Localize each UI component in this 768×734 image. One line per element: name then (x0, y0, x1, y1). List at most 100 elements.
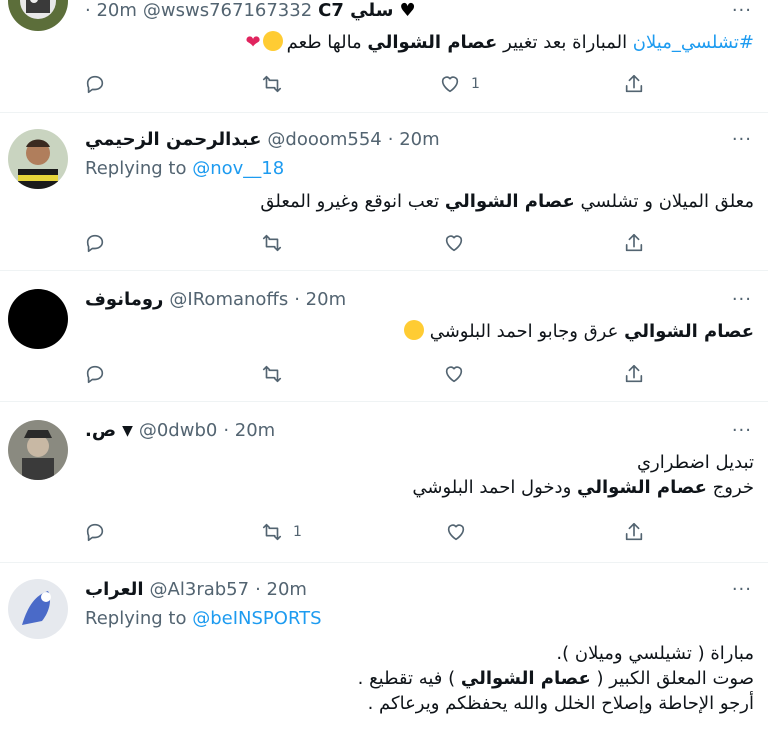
highlighted-name: عصام الشوالي (367, 32, 498, 53)
tweet-text: تبديل اضطراري (636, 452, 754, 473)
reply-icon (86, 365, 104, 384)
share-icon (625, 364, 643, 383)
tweet[interactable]: عبدالرحمن الزحيمي @dooom554 · 20m ··· Re… (0, 113, 768, 271)
tweet-header: ص. ▼ @0dwb0 · 20m (85, 420, 275, 441)
reply-icon (86, 523, 104, 542)
mention-link[interactable]: @nov__18 (192, 158, 284, 179)
like-button[interactable] (443, 229, 465, 257)
reply-button[interactable] (84, 518, 106, 546)
tweet-header: عبدالرحمن الزحيمي @dooom554 · 20m (85, 129, 440, 150)
tweet-text: معلق الميلان و تشلسي (574, 191, 754, 212)
tweet-text-line: عصام الشوالي عرق وجابو احمد البلوشي (430, 321, 754, 342)
time: · 20m (223, 420, 276, 441)
tweet-body: عصام الشوالي عرق وجابو احمد البلوشي (403, 319, 754, 344)
tweet-text: ) فيه تقطيع . (357, 668, 461, 689)
tweet[interactable]: رومانوف @IRomanoffs · 20m ··· عصام الشوا… (0, 271, 768, 402)
tweet-text-line: أرجو الإحاطة وإصلاح الخلل والله يحفظكم و… (358, 691, 754, 716)
retweet-icon (262, 523, 282, 541)
retweet-button[interactable] (261, 229, 283, 257)
avatar[interactable] (8, 0, 68, 31)
user-handle[interactable]: @wsws767167332 (143, 0, 312, 21)
user-name[interactable]: ص. (85, 420, 116, 441)
tweet-text: عرق وجابو احمد البلوشي (429, 321, 625, 342)
replying-to: Replying to @beINSPORTS (85, 608, 322, 629)
reply-icon (86, 75, 104, 94)
tweet[interactable]: · 20m @wsws767167332 سلي C7 ♥ ··· #تشلسي… (0, 0, 768, 113)
more-options-button[interactable]: ··· (732, 0, 752, 21)
tweet-text: خروج (706, 477, 754, 498)
mention-link[interactable]: @beINSPORTS (192, 608, 321, 629)
user-handle[interactable]: @IRomanoffs (169, 289, 288, 310)
retweet-count: 1 (293, 524, 302, 540)
hashtag-link[interactable]: #تشلسي_ميلان (633, 32, 754, 53)
tweet-text-line: مباراة ( تشيلسي وميلان ). (358, 641, 754, 666)
tweet-text: مباراة ( تشيلسي وميلان ). (556, 643, 754, 664)
time: · 20m (85, 0, 137, 21)
retweet-button[interactable] (261, 70, 283, 98)
share-icon (625, 233, 643, 252)
laughing-tears-icon (403, 320, 424, 340)
tweet-actions: 1 (84, 70, 654, 98)
like-button[interactable] (443, 360, 465, 388)
share-button[interactable] (623, 518, 645, 546)
tweet[interactable]: ص. ▼ @0dwb0 · 20m ··· تبديل اضطراري خروج… (0, 402, 768, 563)
user-handle[interactable]: @0dwb0 (139, 420, 217, 441)
tweet-text: صوت المعلق الكبير ( (590, 668, 755, 689)
time: · 20m (294, 289, 347, 310)
avatar[interactable] (8, 129, 68, 189)
like-count: 1 (471, 76, 480, 92)
black-heart-icon: ♥ (399, 0, 416, 21)
tweet-header: العراب @Al3rab57 · 20m (85, 579, 307, 600)
tweet-body: #تشلسي_ميلان المباراة بعد تغيير عصام الش… (245, 30, 754, 55)
share-button[interactable] (623, 229, 645, 257)
more-options-button[interactable]: ··· (732, 579, 752, 600)
tweet-header: · 20m @wsws767167332 سلي C7 ♥ (85, 0, 416, 21)
highlighted-name: عصام الشوالي (576, 477, 707, 498)
user-name[interactable]: سلي C7 (318, 0, 393, 21)
more-options-button[interactable]: ··· (732, 420, 752, 441)
avatar[interactable] (8, 420, 68, 480)
tweet-text: تعب انوقع وغيرو المعلق (260, 191, 445, 212)
user-handle[interactable]: @dooom554 (267, 129, 381, 150)
tweet-actions (84, 229, 654, 257)
user-name[interactable]: العراب (85, 579, 144, 600)
tweet-text-line: معلق الميلان و تشلسي عصام الشوالي تعب ان… (260, 191, 754, 212)
avatar[interactable] (8, 579, 68, 639)
retweet-button[interactable]: 1 (261, 518, 302, 546)
heart-icon (447, 524, 465, 541)
time: · 20m (387, 129, 440, 150)
like-button[interactable] (445, 518, 467, 546)
share-button[interactable] (623, 360, 645, 388)
reply-button[interactable] (84, 360, 106, 388)
more-options-button[interactable]: ··· (732, 289, 752, 310)
heart-icon (445, 366, 463, 383)
share-button[interactable] (623, 70, 645, 98)
reply-button[interactable] (84, 70, 106, 98)
tweet[interactable]: العراب @Al3rab57 · 20m ··· Replying to @… (0, 563, 768, 734)
broken-heart-icon: ❤ (245, 32, 261, 53)
tweet-text-line: #تشلسي_ميلان المباراة بعد تغيير عصام الش… (287, 32, 754, 53)
crying-face-icon (262, 31, 283, 51)
reply-icon (86, 234, 104, 253)
tweet-body: معلق الميلان و تشلسي عصام الشوالي تعب ان… (260, 189, 754, 214)
retweet-icon (262, 365, 282, 383)
retweet-button[interactable] (261, 360, 283, 388)
avatar[interactable] (8, 289, 68, 349)
replying-label: Replying to (85, 608, 187, 629)
highlighted-name: عصام الشوالي (624, 321, 754, 342)
highlighted-name: عصام الشوالي (460, 668, 591, 689)
like-button[interactable]: 1 (439, 70, 480, 98)
tweet-text: مالها طعم (286, 32, 368, 53)
retweet-icon (262, 234, 282, 252)
replying-label: Replying to (85, 158, 187, 179)
tweet-actions: 1 (84, 518, 654, 546)
reply-button[interactable] (84, 229, 106, 257)
heart-icon (445, 235, 463, 252)
user-name[interactable]: عبدالرحمن الزحيمي (85, 129, 261, 150)
replying-to: Replying to @nov__18 (85, 158, 284, 179)
user-handle[interactable]: @Al3rab57 (150, 579, 250, 600)
more-options-button[interactable]: ··· (732, 129, 752, 150)
tweet-header: رومانوف @IRomanoffs · 20m (85, 289, 346, 310)
share-icon (625, 522, 643, 541)
user-name[interactable]: رومانوف (85, 289, 163, 310)
